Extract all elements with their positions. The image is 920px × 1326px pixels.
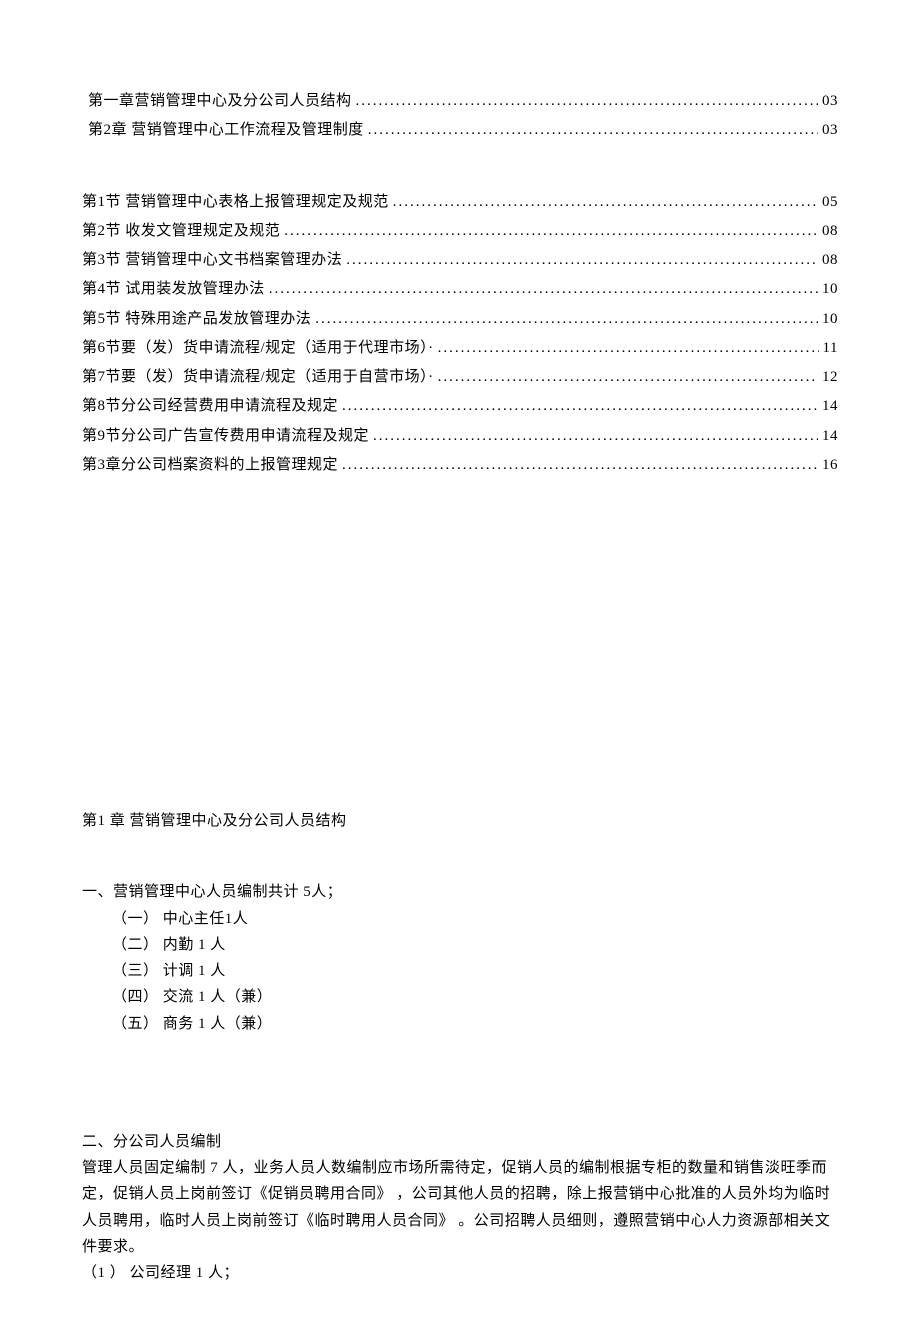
list-item: （1 ） 公司经理 1 人； <box>82 1260 838 1286</box>
toc-label: 第6节要（发）货申请流程/规定（适用于代理市场）· <box>82 335 434 361</box>
toc-leader <box>284 218 818 244</box>
toc-page: 11 <box>823 335 838 361</box>
toc-leader <box>356 88 818 114</box>
toc-page: 12 <box>822 364 838 390</box>
toc-leader <box>438 364 818 390</box>
section-1-title: 一、营销管理中心人员编制共计 5人； <box>82 879 838 905</box>
toc-leader <box>346 247 818 273</box>
toc-page: 14 <box>822 423 838 449</box>
toc-row: 第7节要（发）货申请流程/规定（适用于自营市场）· 12 <box>82 364 838 390</box>
toc-leader <box>342 452 818 478</box>
section-1-list: （一） 中心主任1人 （二） 内勤 1 人 （三） 计调 1 人 （四） 交流 … <box>82 906 838 1037</box>
list-item: （三） 计调 1 人 <box>112 958 838 984</box>
toc-row: 第6节要（发）货申请流程/规定（适用于代理市场）· 11 <box>82 335 838 361</box>
toc-row: 第4节 试用装发放管理办法 10 <box>82 276 838 302</box>
toc-row: 第2章 营销管理中心工作流程及管理制度 03 <box>82 117 838 143</box>
toc-page: 14 <box>822 393 838 419</box>
toc-label: 第2章 营销管理中心工作流程及管理制度 <box>88 117 364 143</box>
list-item: （一） 中心主任1人 <box>112 906 838 932</box>
toc-label: 第5节 特殊用途产品发放管理办法 <box>82 306 311 332</box>
toc-label: 第4节 试用装发放管理办法 <box>82 276 265 302</box>
toc-row: 第3章分公司档案资料的上报管理规定 16 <box>82 452 838 478</box>
toc-sections-block: 第1节 营销管理中心表格上报管理规定及规范 05 第2节 收发文管理规定及规范 … <box>82 189 838 479</box>
chapter-title: 第1 章 营销管理中心及分公司人员结构 <box>82 808 838 834</box>
toc-leader <box>269 276 818 302</box>
toc-leader <box>315 306 818 332</box>
toc-leader <box>373 423 818 449</box>
list-item: （四） 交流 1 人（兼） <box>112 984 838 1010</box>
toc-page: 16 <box>822 452 838 478</box>
chapter-1: 第1 章 营销管理中心及分公司人员结构 一、营销管理中心人员编制共计 5人； （… <box>82 808 838 1286</box>
toc-top-block: 第一章营销管理中心及分公司人员结构 03 第2章 营销管理中心工作流程及管理制度… <box>82 88 838 144</box>
toc-label: 第8节分公司经营费用申请流程及规定 <box>82 393 338 419</box>
toc-leader <box>342 393 818 419</box>
toc-label: 第2节 收发文管理规定及规范 <box>82 218 280 244</box>
toc-row: 第3节 营销管理中心文书档案管理办法 08 <box>82 247 838 273</box>
toc-row: 第5节 特殊用途产品发放管理办法 10 <box>82 306 838 332</box>
toc-row: 第1节 营销管理中心表格上报管理规定及规范 05 <box>82 189 838 215</box>
toc-page: 05 <box>822 189 838 215</box>
toc-label: 第一章营销管理中心及分公司人员结构 <box>88 88 352 114</box>
toc-page: 03 <box>822 117 838 143</box>
toc-page: 10 <box>822 306 838 332</box>
spacer <box>82 1037 838 1129</box>
toc-label: 第3节 营销管理中心文书档案管理办法 <box>82 247 342 273</box>
toc-page: 03 <box>822 88 838 114</box>
toc-page: 08 <box>822 247 838 273</box>
list-item: （二） 内勤 1 人 <box>112 932 838 958</box>
toc-leader <box>393 189 818 215</box>
section-2-paragraph: 管理人员固定编制 7 人，业务人员人数编制应市场所需待定，促销人员的编制根据专柜… <box>82 1155 838 1260</box>
section-2-title: 二、分公司人员编制 <box>82 1129 838 1155</box>
toc-leader <box>438 335 819 361</box>
toc-leader <box>368 117 818 143</box>
toc-page: 10 <box>822 276 838 302</box>
toc-row: 第一章营销管理中心及分公司人员结构 03 <box>82 88 838 114</box>
toc-row: 第2节 收发文管理规定及规范 08 <box>82 218 838 244</box>
toc-label: 第3章分公司档案资料的上报管理规定 <box>82 452 338 478</box>
toc-row: 第8节分公司经营费用申请流程及规定 14 <box>82 393 838 419</box>
toc-label: 第1节 营销管理中心表格上报管理规定及规范 <box>82 189 389 215</box>
list-item: （五） 商务 1 人（兼） <box>112 1011 838 1037</box>
toc-label: 第7节要（发）货申请流程/规定（适用于自营市场）· <box>82 364 434 390</box>
toc-page: 08 <box>822 218 838 244</box>
toc-row: 第9节分公司广告宣传费用申请流程及规定 14 <box>82 423 838 449</box>
toc-label: 第9节分公司广告宣传费用申请流程及规定 <box>82 423 369 449</box>
